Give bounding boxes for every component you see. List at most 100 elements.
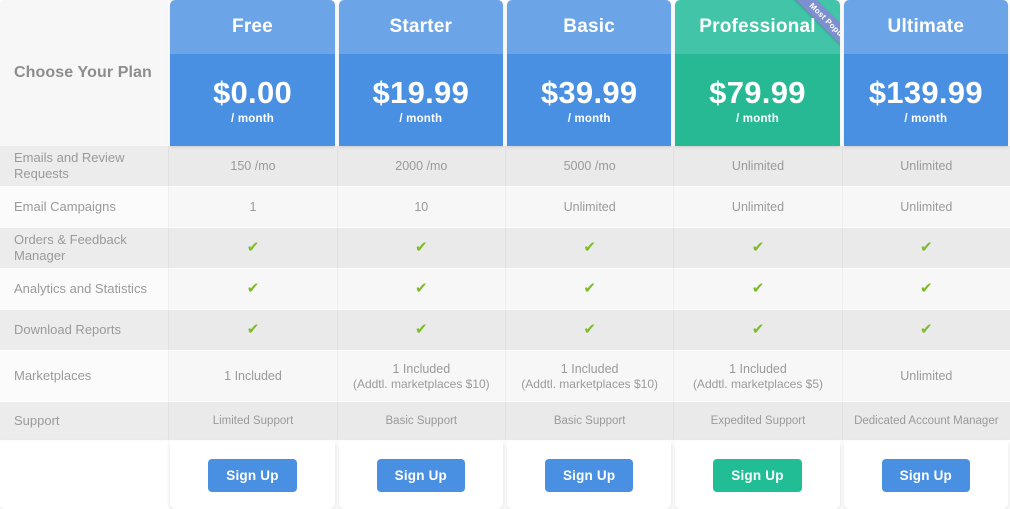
table-row: Support Limited Support Basic Support Basic…: [0, 402, 1010, 441]
signup-card-ultimate: Sign Up: [843, 441, 1008, 509]
per-month-label: / month: [567, 112, 611, 125]
header-row: Choose Your Plan Free $0.00 / month Starte…: [0, 0, 1010, 146]
feature-rows: Emails and Review Requests 150 /mo 2000 /m…: [0, 146, 1010, 441]
feature-value: 1 Included (Addtl. marketplaces $10): [336, 351, 505, 402]
check-icon: ✔: [415, 239, 428, 256]
corner-cell: Choose Your Plan: [0, 0, 169, 146]
table-row: Download Reports ✔ ✔ ✔ ✔ ✔: [0, 310, 1010, 351]
feature-value-text: Unlimited: [731, 200, 785, 214]
signup-row: Sign Up Sign Up Sign Up Sign Up Sign Up: [0, 441, 1010, 509]
feature-value-text: 1 Included: [729, 361, 787, 376]
feature-value-text: 150 /mo: [230, 159, 276, 173]
signup-card-starter: Sign Up: [338, 441, 503, 509]
feature-value: Unlimited: [841, 351, 1010, 402]
plan-header-professional: Professional $79.99/ month Most Popular: [673, 0, 841, 146]
feature-value-text: 1 Included: [560, 361, 619, 376]
feature-value: 5000 /mo: [504, 146, 674, 187]
signup-card-free: Sign Up: [170, 441, 335, 509]
check-icon: ✔: [583, 280, 596, 297]
pricing-footer: Sign Up Sign Up Sign Up Sign Up Sign Up: [0, 441, 1010, 509]
feature-value: Limited Support: [168, 402, 337, 441]
feature-value-subtext: (Addtl. marketplaces $10): [521, 376, 659, 391]
feature-label: Download Reports: [0, 310, 169, 351]
signup-cell: Sign Up: [504, 441, 674, 509]
per-month-label: / month: [904, 112, 948, 125]
table-row: Marketplaces 1 Included 1 Included (Addtl. …: [0, 351, 1010, 402]
signup-button-ultimate[interactable]: Sign Up: [881, 458, 971, 492]
feature-value: Unlimited: [673, 187, 842, 228]
feature-value-subtext: (Addtl. marketplaces $10): [352, 376, 490, 391]
pricing-table: Choose Your Plan Free $0.00 / month Starte…: [0, 0, 1010, 509]
plan-header-starter: Starter $19.99 / month: [337, 0, 505, 146]
check-icon: ✔: [415, 280, 428, 297]
feature-value: Basic Support: [336, 402, 505, 441]
feature-value: ✔: [504, 310, 674, 351]
feature-label: Marketplaces: [0, 351, 169, 402]
check-icon: ✔: [751, 280, 765, 297]
signup-button-professional[interactable]: Sign Up: [713, 458, 802, 492]
signup-button-basic[interactable]: Sign Up: [544, 458, 634, 492]
feature-value-text: 1 Included: [224, 369, 282, 383]
signup-button-free[interactable]: Sign Up: [208, 458, 297, 492]
feature-value-text: 1: [249, 200, 257, 214]
feature-value: ✔: [673, 228, 842, 269]
check-icon: ✔: [246, 321, 260, 338]
feature-value: ✔: [841, 310, 1010, 351]
check-icon: ✔: [920, 239, 933, 256]
feature-value: Unlimited: [841, 187, 1010, 228]
feature-value: ✔: [673, 269, 842, 310]
feature-value-text: 2000 /mo: [395, 159, 448, 173]
plan-name: Free: [170, 0, 335, 54]
per-month-label: / month: [399, 112, 443, 125]
plan-card-free: Free $0.00 / month: [170, 0, 335, 146]
plan-price-band: $0.00 / month: [170, 54, 335, 146]
feature-label: Analytics and Statistics: [0, 269, 169, 310]
plan-price: $0.00: [212, 74, 293, 110]
feature-value-text: Unlimited: [900, 369, 953, 383]
feature-value: 1: [168, 187, 337, 228]
feature-label: Email Campaigns: [0, 187, 169, 228]
feature-value: 1 Included (Addtl. marketplaces $5): [673, 351, 842, 402]
table-row: Emails and Review Requests 150 /mo 2000 /m…: [0, 146, 1010, 187]
feature-value: ✔: [336, 269, 505, 310]
feature-value-text: 10: [414, 200, 429, 214]
feature-value: Unlimited: [504, 187, 674, 228]
feature-value: ✔: [168, 228, 337, 269]
signup-cell: Sign Up: [336, 441, 505, 509]
feature-value: 150 /mo: [168, 146, 337, 187]
table-row: Email Campaigns 1 10 Unlimited Unlimited Unli…: [0, 187, 1010, 228]
feature-value: ✔: [336, 310, 505, 351]
feature-value: Basic Support: [504, 402, 674, 441]
plan-header-ultimate: Ultimate $139.99 / month: [842, 0, 1010, 146]
footer-empty-cell: [0, 441, 169, 509]
plan-name: Professional: [675, 0, 840, 54]
feature-value-text: Basic Support: [553, 415, 626, 427]
check-icon: ✔: [246, 280, 260, 297]
feature-label: Emails and Review Requests: [0, 146, 169, 187]
feature-value-text: Dedicated Account Manager: [854, 415, 999, 427]
plan-card-professional: Professional $79.99/ month Most Popular: [675, 0, 840, 146]
feature-label: Support: [0, 402, 169, 441]
feature-value-text: 1 Included: [392, 361, 451, 376]
feature-value: ✔: [504, 228, 674, 269]
choose-your-plan-label: Choose Your Plan: [0, 0, 169, 146]
feature-value: Dedicated Account Manager: [841, 402, 1010, 441]
feature-value: Unlimited: [673, 146, 842, 187]
plan-price-band: $79.99 / month: [675, 54, 840, 146]
plan-price-band: $19.99 / month: [338, 54, 503, 146]
feature-value: 1 Included (Addtl. marketplaces $10): [504, 351, 674, 402]
feature-value: ✔: [841, 228, 1010, 269]
check-icon: ✔: [246, 239, 260, 256]
plan-price-band: $39.99 / month: [506, 54, 672, 146]
plan-card-ultimate: Ultimate $139.99 / month: [843, 0, 1008, 146]
signup-button-starter[interactable]: Sign Up: [376, 458, 466, 492]
feature-value: ✔: [336, 228, 505, 269]
pricing-grid: Choose Your Plan Free $0.00 / month Starte…: [0, 0, 1010, 509]
signup-cell: Sign Up: [673, 441, 842, 509]
feature-value-text: Basic Support: [385, 415, 458, 427]
feature-value: 10: [336, 187, 505, 228]
feature-value-text: Unlimited: [563, 200, 616, 214]
plan-card-starter: Starter $19.99 / month: [338, 0, 503, 146]
per-month-label: / month: [736, 112, 779, 125]
feature-value: ✔: [168, 310, 337, 351]
